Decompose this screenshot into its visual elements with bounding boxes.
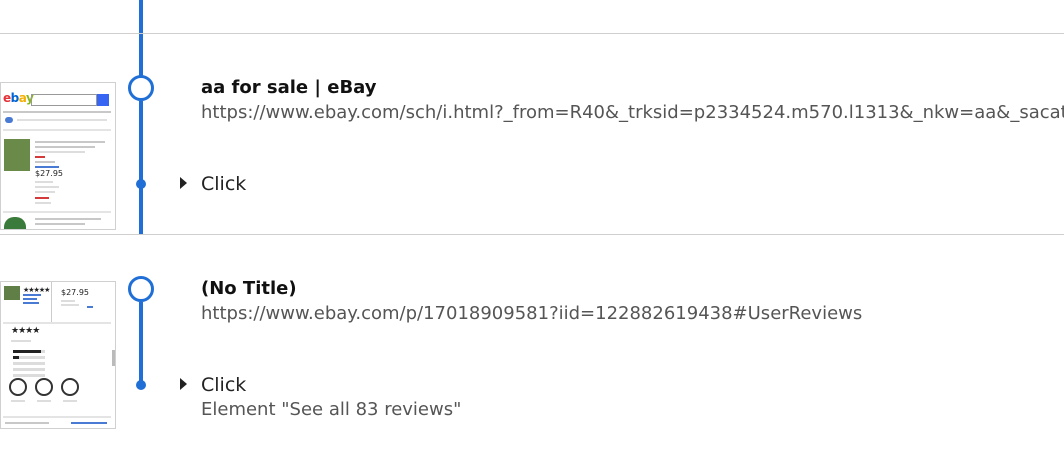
action-node-icon [136, 179, 146, 189]
entry-title: (No Title) [201, 278, 297, 299]
action-toggle[interactable]: Click [180, 173, 246, 195]
page-thumbnail[interactable]: ebay $27.95 [0, 82, 116, 230]
caret-right-icon [180, 378, 187, 390]
action-label: Click [201, 173, 247, 195]
page-node-icon [128, 276, 154, 302]
ebay-logo: ebay [3, 91, 34, 105]
timeline-connector [139, 101, 143, 234]
action-detail: Element "See all 83 reviews" [201, 399, 462, 420]
timeline-connector [139, 0, 143, 80]
search-button-thumb [97, 94, 109, 106]
price-thumb: $27.95 [35, 169, 63, 178]
entry-title: aa for sale | eBay [201, 77, 377, 98]
price-thumb: $27.95 [61, 288, 89, 297]
page-thumbnail[interactable]: ★★★★★ $27.95 ★★★★ [0, 281, 116, 429]
action-node-icon [136, 380, 146, 390]
entry-url[interactable]: https://www.ebay.com/p/17018909581?iid=1… [201, 303, 1064, 324]
entry-divider [0, 234, 1064, 235]
action-label: Click [201, 374, 247, 396]
entry-url[interactable]: https://www.ebay.com/sch/i.html?_from=R4… [201, 102, 1064, 123]
action-toggle[interactable]: Click [180, 374, 246, 396]
scrollbar-thumb [112, 350, 115, 366]
caret-right-icon [180, 177, 187, 189]
page-node-icon [128, 75, 154, 101]
listing-image-thumb [4, 139, 30, 171]
search-box-thumb [31, 94, 97, 106]
entry-divider [0, 33, 1064, 34]
timeline-connector [139, 302, 143, 382]
